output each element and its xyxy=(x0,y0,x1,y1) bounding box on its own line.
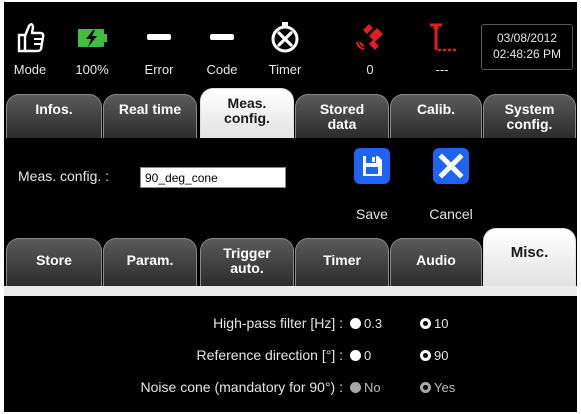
tab-calib-label: Calib. xyxy=(416,101,456,117)
save-button[interactable]: Save xyxy=(337,148,407,224)
status-bar: Mode 100% Error Code Timer 0 --- 03/08/2… xyxy=(4,2,577,88)
meas-config-label: Meas. config. : xyxy=(18,168,110,184)
satellite-icon xyxy=(344,20,396,54)
status-signal-label: --- xyxy=(435,62,449,77)
close-icon xyxy=(433,148,469,184)
radio-circle xyxy=(350,350,361,361)
time-text: 02:48:26 PM xyxy=(492,47,562,61)
meas-config-panel: Meas. config. : Save Cancel xyxy=(4,138,577,228)
noise-cone-row: Noise cone (mandatory for 90°) : No Yes xyxy=(4,376,577,400)
status-gps: 0 xyxy=(344,2,396,88)
save-label: Save xyxy=(356,206,388,222)
tab-trigger-auto[interactable]: Trigger auto. xyxy=(200,238,294,286)
battery-charging-icon xyxy=(62,20,122,54)
tab-param-label: Param. xyxy=(126,252,174,268)
tab-system-config-label: System config. xyxy=(504,101,555,132)
high-pass-filter-label: High-pass filter [Hz] : xyxy=(213,315,343,331)
noise-cone-label: Noise cone (mandatory for 90°) : xyxy=(140,379,343,395)
main-tab-bar: Infos. Real time Meas. config. Stored da… xyxy=(4,88,577,138)
tab-system-config[interactable]: System config. xyxy=(483,94,576,138)
sub-tab-bar: Store Param. Trigger auto. Timer Audio M… xyxy=(4,228,577,286)
reference-direction-label: Reference direction [°] : xyxy=(196,347,343,363)
tab-timer[interactable]: Timer xyxy=(295,238,389,286)
floppy-disk-icon xyxy=(354,148,390,184)
tab-real-time[interactable]: Real time xyxy=(103,94,197,138)
radio-circle xyxy=(350,382,361,393)
radio-circle xyxy=(420,382,431,393)
tab-infos[interactable]: Infos. xyxy=(6,94,102,138)
cancel-label: Cancel xyxy=(429,206,473,222)
tab-store[interactable]: Store xyxy=(6,238,102,286)
device-screen: Mode 100% Error Code Timer 0 --- 03/08/2… xyxy=(4,2,577,412)
tab-infos-label: Infos. xyxy=(35,101,73,117)
option-label: 0.3 xyxy=(364,316,383,331)
date-text: 03/08/2012 xyxy=(496,31,558,45)
date-time-display: 03/08/2012 02:48:26 PM xyxy=(481,24,573,70)
radio-circle xyxy=(420,350,431,361)
tab-stored-data[interactable]: Stored data xyxy=(295,94,389,138)
dash-icon xyxy=(130,20,188,54)
tab-audio-label: Audio xyxy=(416,252,456,268)
tab-real-time-label: Real time xyxy=(118,101,182,117)
status-battery: 100% xyxy=(62,2,122,88)
cancel-button[interactable]: Cancel xyxy=(416,148,486,224)
tab-timer-label: Timer xyxy=(323,252,361,268)
tab-trigger-auto-label: Trigger auto. xyxy=(223,245,271,276)
tab-misc[interactable]: Misc. xyxy=(483,228,576,286)
option-label: 10 xyxy=(434,316,449,331)
radio-circle xyxy=(420,318,431,329)
stopwatch-off-icon xyxy=(257,20,313,54)
antenna-icon xyxy=(416,20,468,54)
status-mode[interactable]: Mode xyxy=(4,2,56,88)
tab-param[interactable]: Param. xyxy=(103,238,197,286)
tab-stored-data-label: Stored data xyxy=(319,101,365,132)
option-label: 90 xyxy=(434,348,449,363)
tab-meas-config[interactable]: Meas. config. xyxy=(200,88,294,138)
tab-misc-label: Misc. xyxy=(510,244,549,261)
high-pass-filter-row: High-pass filter [Hz] : 0.3 10 xyxy=(4,312,577,336)
tab-calib[interactable]: Calib. xyxy=(390,94,482,138)
status-signal: --- xyxy=(416,2,468,88)
tab-audio[interactable]: Audio xyxy=(390,238,482,286)
status-gps-label: 0 xyxy=(366,62,374,77)
meas-config-input[interactable] xyxy=(140,167,286,188)
dash-icon xyxy=(193,20,251,54)
status-timer[interactable]: Timer xyxy=(257,2,313,88)
hand-icon xyxy=(4,20,56,54)
status-timer-label: Timer xyxy=(268,62,302,77)
status-code: Code xyxy=(193,2,251,88)
radio-circle xyxy=(350,318,361,329)
reference-direction-row: Reference direction [°] : 0 90 xyxy=(4,344,577,368)
option-label: No xyxy=(364,380,381,395)
option-label: Yes xyxy=(434,380,456,395)
option-label: 0 xyxy=(364,348,372,363)
tab-meas-config-label: Meas. config. xyxy=(224,95,270,126)
tab-store-label: Store xyxy=(36,252,72,268)
misc-settings-panel: High-pass filter [Hz] : 0.3 10 Reference… xyxy=(4,286,577,412)
status-error: Error xyxy=(130,2,188,88)
